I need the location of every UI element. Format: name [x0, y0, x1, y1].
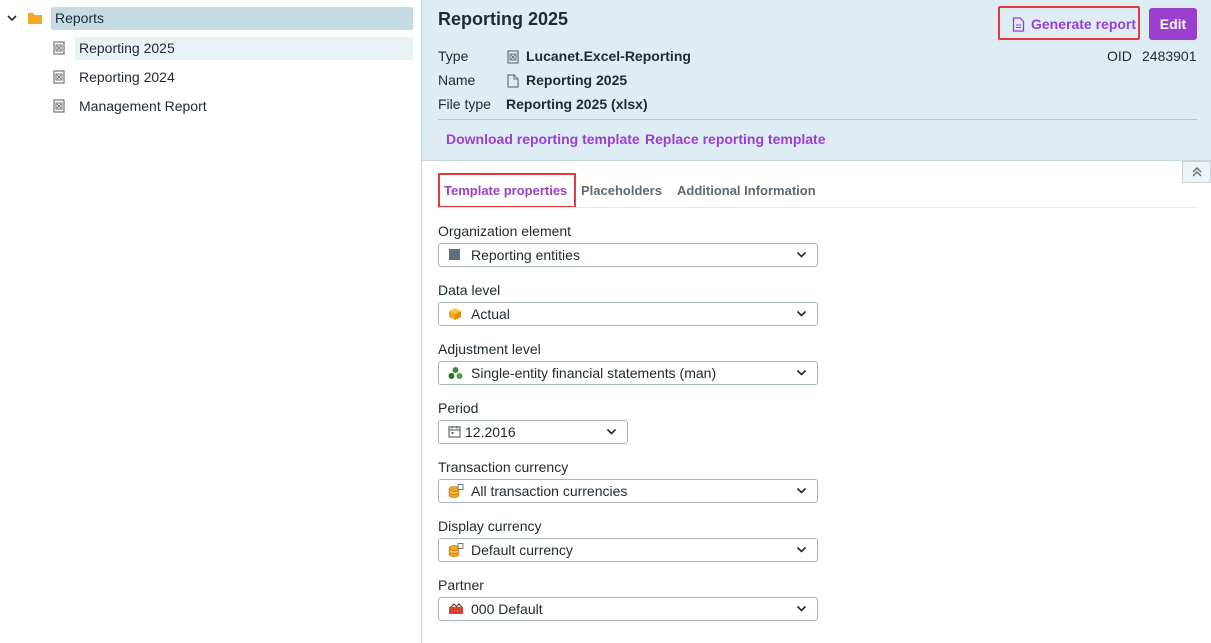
transaction-currency-select[interactable]: All transaction currencies	[438, 479, 818, 503]
detail-header: Reporting 2025 Generate report Edit Type…	[422, 0, 1211, 161]
period-label: Period	[438, 400, 479, 416]
navigation-tree: Reports Reporting 2025 Reporting 2024 Ma…	[0, 0, 421, 643]
display-currency-label: Display currency	[438, 518, 542, 534]
partner-icon	[448, 602, 464, 616]
coins-icon	[448, 484, 464, 499]
adjustment-level-value: Single-entity financial statements (man)	[471, 365, 717, 381]
tree-item-label: Management Report	[79, 97, 207, 114]
document-icon	[1012, 16, 1025, 32]
display-currency-value: Default currency	[471, 542, 573, 558]
excel-template-icon	[52, 99, 66, 113]
chevron-double-up-icon	[1191, 166, 1203, 178]
period-value: 12.2016	[465, 424, 516, 440]
tab-placeholders[interactable]: Placeholders	[581, 183, 662, 198]
tab-separator	[438, 207, 1197, 208]
transaction-currency-value: All transaction currencies	[471, 483, 628, 499]
tab-additional-information[interactable]: Additional Information	[677, 183, 816, 198]
oid-label: OID	[1107, 48, 1132, 64]
tree-item-reporting-2024[interactable]: Reporting 2024	[0, 65, 421, 89]
adjustment-level-select[interactable]: Single-entity financial statements (man)	[438, 361, 818, 385]
chevron-down-icon	[796, 546, 807, 554]
period-select[interactable]: 12.2016	[438, 420, 628, 444]
chevron-down-icon	[606, 428, 617, 436]
display-currency-select[interactable]: Default currency	[438, 538, 818, 562]
tree-item-management-report[interactable]: Management Report	[0, 94, 421, 118]
folder-icon	[27, 11, 43, 25]
cube-icon	[448, 307, 462, 321]
calendar-icon	[448, 425, 461, 438]
coins-icon	[448, 543, 464, 558]
generate-report-button[interactable]: Generate report	[998, 6, 1140, 40]
edit-button[interactable]: Edit	[1149, 8, 1197, 40]
org-element-select[interactable]: Reporting entities	[438, 243, 818, 267]
page-title: Reporting 2025	[438, 9, 569, 29]
chevron-down-icon	[796, 251, 807, 259]
tree-node-reports[interactable]: Reports	[0, 6, 421, 30]
partner-label: Partner	[438, 577, 484, 593]
transaction-currency-label: Transaction currency	[438, 459, 569, 475]
partner-value: 000 Default	[471, 601, 543, 617]
tree-item-reporting-2025[interactable]: Reporting 2025	[0, 36, 421, 60]
file-type-value: Reporting 2025 (xlsx)	[506, 96, 648, 112]
tree-item-label: Reporting 2025	[75, 36, 413, 60]
excel-template-icon	[52, 41, 66, 55]
name-value: Reporting 2025	[526, 72, 628, 88]
chevron-down-icon	[796, 487, 807, 495]
square-entity-icon	[448, 248, 461, 261]
chevron-down-icon	[796, 310, 807, 318]
chevron-down-icon	[796, 605, 807, 613]
type-value: Lucanet.Excel-Reporting	[526, 48, 691, 64]
file-type-label: File type	[438, 96, 491, 112]
data-level-label: Data level	[438, 282, 501, 298]
active-tab-highlight	[438, 173, 576, 208]
entities-icon	[448, 366, 463, 380]
org-element-label: Organization element	[438, 223, 572, 239]
replace-template-link[interactable]: Replace reporting template	[645, 131, 826, 147]
excel-template-icon	[52, 70, 66, 84]
name-label: Name	[438, 72, 476, 88]
generate-report-label: Generate report	[1031, 16, 1137, 32]
adjustment-level-label: Adjustment level	[438, 341, 541, 357]
file-icon	[507, 74, 519, 88]
org-element-value: Reporting entities	[471, 247, 580, 263]
chevron-down-icon[interactable]	[6, 12, 18, 24]
data-level-select[interactable]: Actual	[438, 302, 818, 326]
chevron-down-icon	[796, 369, 807, 377]
oid-value: 2483901	[1142, 48, 1197, 64]
tree-label-reports: Reports	[51, 6, 413, 30]
download-template-link[interactable]: Download reporting template	[446, 131, 640, 147]
excel-template-icon	[506, 50, 520, 64]
type-label: Type	[438, 48, 469, 64]
header-separator	[438, 119, 1197, 120]
collapse-header-button[interactable]	[1182, 161, 1211, 183]
partner-select[interactable]: 000 Default	[438, 597, 818, 621]
data-level-value: Actual	[471, 306, 510, 322]
tree-item-label: Reporting 2024	[79, 68, 175, 85]
